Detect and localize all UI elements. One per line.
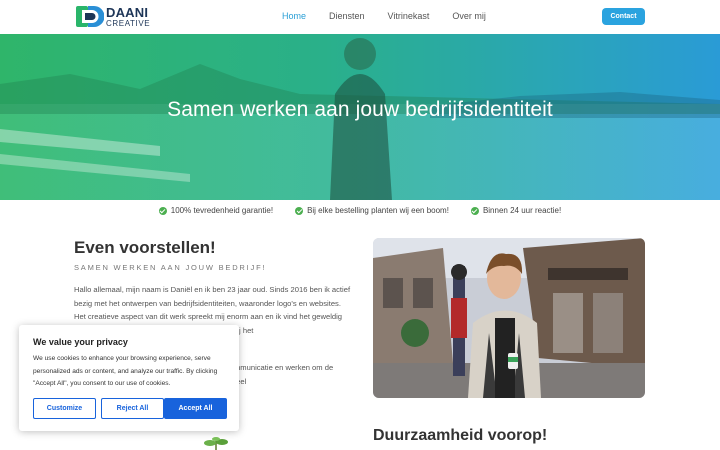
section-title-sustainability: Duurzaamheid voorop!: [373, 427, 548, 444]
cookie-consent-banner: We value your privacy We use cookies to …: [19, 325, 239, 431]
reject-all-button[interactable]: Reject All: [101, 398, 164, 419]
hero-title: Samen werken aan jouw bedrijfsidentiteit: [167, 98, 553, 121]
usp-label: 100% tevredenheid garantie!: [170, 206, 274, 215]
usp-label: Binnen 24 uur reactie!: [482, 206, 562, 215]
usp-item: 100% tevredenheid garantie!: [158, 206, 274, 215]
intro-title: Even voorstellen!: [74, 238, 216, 257]
usp-bar: 100% tevredenheid garantie! Bij elke bes…: [0, 206, 720, 215]
intro-subtitle: SAMEN WERKEN AAN JOUW BEDRIJF!: [74, 263, 267, 272]
customize-button[interactable]: Customize: [33, 398, 96, 419]
plant-icon: [204, 437, 228, 450]
portrait-photo: [373, 238, 645, 398]
contact-button[interactable]: Contact: [602, 8, 645, 25]
main-nav: Home Diensten Vitrinekast Over mij: [282, 11, 509, 21]
nav-item-vitrinekast[interactable]: Vitrinekast: [388, 11, 430, 21]
nav-item-over-mij[interactable]: Over mij: [452, 11, 486, 21]
check-circle-icon: [158, 206, 167, 215]
cookie-title: We value your privacy: [33, 337, 128, 347]
usp-item: Binnen 24 uur reactie!: [470, 206, 562, 215]
logo-name: DAANI: [106, 4, 149, 20]
logo-mark-icon: [76, 6, 104, 27]
accept-all-button[interactable]: Accept All: [164, 398, 227, 419]
site-header: DAANI CREATIVE Home Diensten Vitrinekast…: [0, 0, 720, 34]
logo-sub: CREATIVE: [106, 18, 151, 28]
check-circle-icon: [295, 206, 304, 215]
usp-label: Bij elke bestelling planten wij een boom…: [307, 206, 449, 215]
nav-item-home[interactable]: Home: [282, 11, 306, 21]
hero-banner: Samen werken aan jouw bedrijfsidentiteit: [0, 34, 720, 200]
portrait-photo-image: [373, 238, 645, 398]
nav-item-diensten[interactable]: Diensten: [329, 11, 365, 21]
cookie-text: We use cookies to enhance your browsing …: [33, 355, 218, 387]
usp-item: Bij elke bestelling planten wij een boom…: [295, 206, 449, 215]
check-circle-icon: [470, 206, 479, 215]
logo[interactable]: DAANI CREATIVE: [74, 4, 150, 29]
